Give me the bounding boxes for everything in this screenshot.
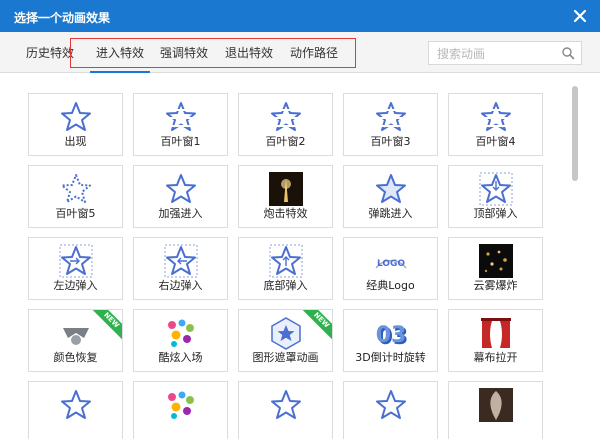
effects-grid: 出现 百叶窗1 百叶窗2 百叶窗3 百叶窗4 百叶窗5 加强进入 炮击特效 弹跳进入 顶部弹入左边… bbox=[0, 72, 600, 439]
star-arrow-up-icon bbox=[269, 244, 303, 278]
star-blinds-icon bbox=[269, 100, 303, 134]
colorful-dots-icon bbox=[164, 388, 198, 422]
firework-photo-icon bbox=[268, 172, 303, 206]
effect-label: 左边弹入 bbox=[53, 279, 98, 292]
effect-card[interactable] bbox=[343, 381, 438, 439]
effect-card[interactable]: 弹跳进入 bbox=[343, 165, 438, 228]
star-bounce-icon bbox=[374, 172, 408, 206]
effect-label: 百叶窗1 bbox=[160, 135, 201, 148]
effect-label: 百叶窗3 bbox=[370, 135, 411, 148]
star-outline-icon bbox=[59, 388, 93, 422]
star-blinds-icon bbox=[479, 100, 513, 134]
effect-label: 底部弹入 bbox=[263, 279, 308, 292]
effect-label: 云雾爆炸 bbox=[473, 279, 518, 292]
feather-photo-icon bbox=[478, 388, 513, 422]
colorful-dots-icon bbox=[164, 316, 198, 350]
effect-card[interactable]: 底部弹入 bbox=[238, 237, 333, 300]
new-badge: NEW bbox=[302, 310, 332, 340]
effect-label: 酷炫入场 bbox=[158, 351, 203, 364]
effect-card[interactable]: 出现 bbox=[28, 93, 123, 156]
curtain-icon bbox=[479, 316, 513, 350]
effect-card[interactable]: 左边弹入 bbox=[28, 237, 123, 300]
star-outline-icon bbox=[59, 100, 93, 134]
effect-label: 加强进入 bbox=[158, 207, 203, 220]
3d-number-icon: 03 03 bbox=[374, 316, 408, 350]
effect-card[interactable]: 云雾爆炸 bbox=[448, 237, 543, 300]
star-dashed-icon bbox=[59, 172, 93, 206]
effect-card[interactable]: 顶部弹入 bbox=[448, 165, 543, 228]
star-outline-icon bbox=[269, 388, 303, 422]
svg-text:LOGO: LOGO bbox=[376, 259, 404, 269]
effect-card[interactable]: 百叶窗3 bbox=[343, 93, 438, 156]
star-mask-icon bbox=[269, 316, 303, 350]
star-blinds-icon bbox=[374, 100, 408, 134]
effect-label: 3D倒计时旋转 bbox=[355, 351, 426, 364]
effect-label: 炮击特效 bbox=[263, 207, 308, 220]
effect-label: 顶部弹入 bbox=[473, 207, 518, 220]
effect-card[interactable] bbox=[28, 381, 123, 439]
title-bar: 选择一个动画效果 bbox=[0, 0, 600, 32]
effect-label: 弹跳进入 bbox=[368, 207, 413, 220]
search-input[interactable] bbox=[435, 45, 559, 63]
star-outline-icon bbox=[374, 388, 408, 422]
effect-card[interactable]: 加强进入 bbox=[133, 165, 228, 228]
new-badge-text: NEW bbox=[92, 310, 122, 340]
tab-history[interactable]: 历史特效 bbox=[26, 44, 74, 61]
effect-card[interactable]: 图形遮罩动画 NEW bbox=[238, 309, 333, 372]
star-outline-icon bbox=[164, 172, 198, 206]
effect-card[interactable]: 百叶窗2 bbox=[238, 93, 333, 156]
effect-label: 右边弹入 bbox=[158, 279, 203, 292]
effect-card[interactable]: 百叶窗4 bbox=[448, 93, 543, 156]
sparkle-photo-icon bbox=[478, 244, 513, 278]
new-badge-text: NEW bbox=[302, 310, 332, 340]
effect-card[interactable]: 03 03 3D倒计时旋转 bbox=[343, 309, 438, 372]
star-arrow-down-icon bbox=[479, 172, 513, 206]
effect-card[interactable]: 右边弹入 bbox=[133, 237, 228, 300]
effect-card[interactable]: 酷炫入场 bbox=[133, 309, 228, 372]
effect-card[interactable]: 百叶窗5 bbox=[28, 165, 123, 228]
animation-picker-dialog: 选择一个动画效果 历史特效 进入特效 强调特效 退出特效 动作路径 出现百叶窗1… bbox=[0, 0, 600, 439]
effect-label: 出现 bbox=[64, 135, 87, 148]
effect-card[interactable] bbox=[238, 381, 333, 439]
effect-label: 幕布拉开 bbox=[473, 351, 518, 364]
search-icon[interactable] bbox=[561, 46, 575, 60]
search-box[interactable] bbox=[428, 41, 582, 65]
effect-card[interactable]: 百叶窗1 bbox=[133, 93, 228, 156]
tab-highlight-box bbox=[70, 38, 356, 68]
logo-text-icon: LOGO bbox=[374, 244, 408, 278]
new-badge: NEW bbox=[92, 310, 122, 340]
effect-label: 百叶窗2 bbox=[265, 135, 306, 148]
effect-card[interactable] bbox=[448, 381, 543, 439]
effect-label: 颜色恢复 bbox=[53, 351, 98, 364]
effect-label: 百叶窗4 bbox=[475, 135, 516, 148]
effect-card[interactable] bbox=[133, 381, 228, 439]
dialog-title: 选择一个动画效果 bbox=[14, 11, 111, 25]
effect-card[interactable]: 炮击特效 bbox=[238, 165, 333, 228]
effect-card[interactable]: 幕布拉开 bbox=[448, 309, 543, 372]
star-arrow-left-icon bbox=[164, 244, 198, 278]
svg-text:03: 03 bbox=[375, 323, 406, 348]
scrollbar-thumb[interactable] bbox=[572, 86, 578, 181]
effect-label: 图形遮罩动画 bbox=[252, 351, 319, 364]
effect-label: 经典Logo bbox=[366, 279, 415, 292]
star-gray-icon bbox=[59, 316, 93, 350]
effect-card[interactable]: 颜色恢复 NEW bbox=[28, 309, 123, 372]
close-icon[interactable] bbox=[570, 6, 590, 26]
effect-label: 百叶窗5 bbox=[55, 207, 96, 220]
effect-card[interactable]: LOGO 经典Logo bbox=[343, 237, 438, 300]
star-arrow-right-icon bbox=[59, 244, 93, 278]
star-blinds-icon bbox=[164, 100, 198, 134]
